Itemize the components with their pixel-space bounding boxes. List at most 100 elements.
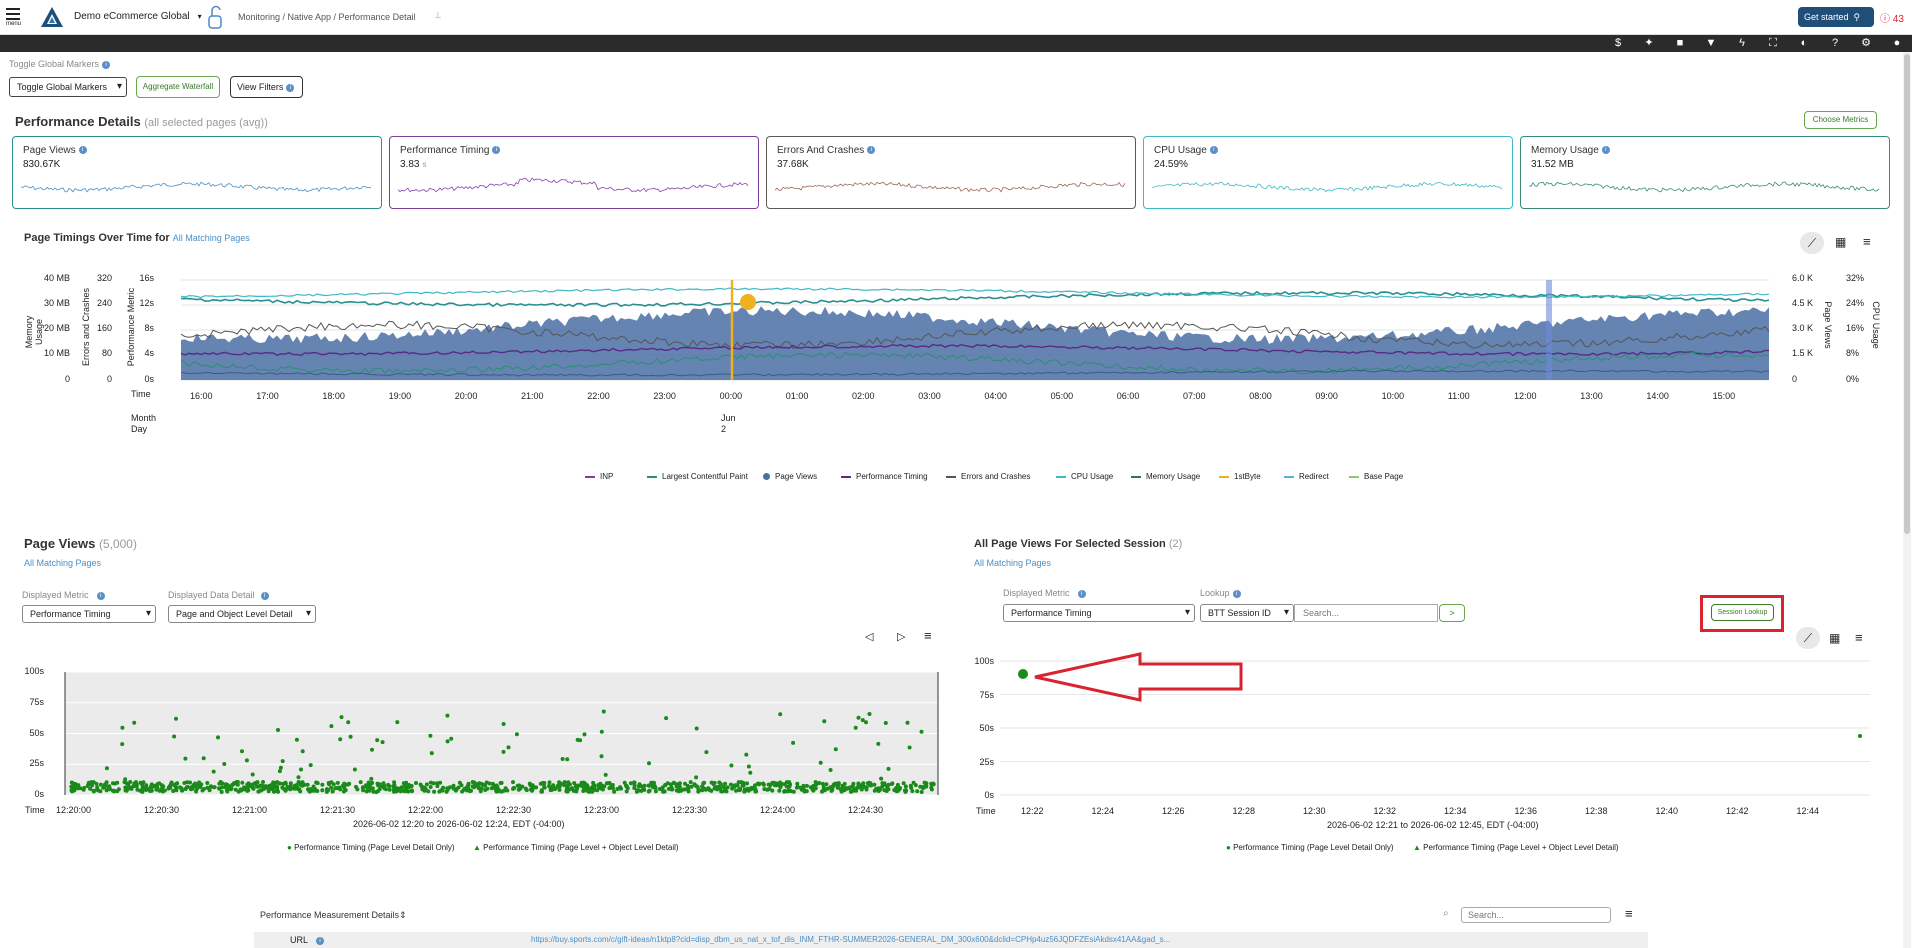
data-point[interactable] [445, 713, 450, 718]
data-point[interactable] [822, 719, 827, 724]
data-point[interactable] [824, 782, 829, 787]
data-point[interactable] [205, 781, 210, 785]
data-point[interactable] [879, 776, 884, 781]
gear-icon[interactable]: ⚙ [1858, 36, 1874, 51]
data-point[interactable] [845, 786, 849, 791]
data-point[interactable] [225, 788, 229, 793]
data-point[interactable] [828, 768, 833, 772]
data-point[interactable] [642, 787, 647, 792]
data-point[interactable] [205, 785, 210, 790]
data-point[interactable] [1858, 734, 1862, 738]
data-point[interactable] [929, 785, 934, 790]
data-point[interactable] [531, 784, 536, 789]
data-point[interactable] [278, 765, 283, 770]
data-point[interactable] [169, 780, 174, 785]
data-point[interactable] [120, 725, 125, 730]
data-point[interactable] [288, 781, 293, 786]
data-point[interactable] [565, 757, 570, 762]
data-point[interactable] [853, 725, 858, 730]
data-point[interactable] [222, 762, 227, 766]
data-point[interactable] [787, 780, 792, 785]
data-point[interactable] [172, 734, 177, 739]
data-point[interactable] [91, 789, 96, 794]
data-point[interactable] [123, 777, 128, 782]
pmd-search-input[interactable] [1461, 907, 1611, 923]
comment-icon[interactable]: ■ [1672, 36, 1688, 51]
data-point[interactable] [582, 732, 587, 737]
data-point[interactable] [395, 720, 400, 725]
data-point[interactable] [694, 775, 699, 780]
data-point[interactable] [358, 780, 363, 785]
data-point[interactable] [663, 783, 667, 788]
data-point[interactable] [902, 788, 907, 793]
data-point[interactable] [605, 781, 610, 786]
data-point[interactable] [649, 780, 654, 785]
data-point[interactable] [183, 756, 188, 761]
toggle-markers-select[interactable]: Toggle Global Markers [9, 77, 127, 97]
session-lookup-button[interactable]: Session Lookup [1711, 604, 1774, 621]
data-point[interactable] [755, 781, 760, 786]
data-point[interactable] [718, 786, 723, 791]
data-point[interactable] [381, 781, 386, 786]
data-point[interactable] [746, 764, 751, 769]
data-point[interactable] [409, 788, 414, 793]
data-point[interactable] [628, 781, 633, 786]
data-point[interactable] [369, 776, 374, 781]
dollar-icon[interactable]: $ [1610, 36, 1626, 51]
data-point[interactable] [669, 787, 674, 792]
data-point[interactable] [565, 789, 570, 794]
data-point[interactable] [246, 788, 251, 793]
data-point[interactable] [520, 784, 525, 789]
data-point[interactable] [542, 781, 547, 785]
data-point[interactable] [238, 787, 243, 792]
data-point[interactable] [578, 783, 583, 788]
data-point[interactable] [803, 789, 808, 794]
data-point[interactable] [276, 728, 280, 732]
data-point[interactable] [394, 789, 399, 794]
data-point[interactable] [487, 781, 492, 786]
data-point[interactable] [424, 782, 429, 787]
data-point[interactable] [307, 789, 312, 794]
data-point[interactable] [833, 781, 838, 786]
data-point[interactable] [761, 782, 766, 787]
data-point[interactable] [223, 782, 228, 787]
hamburger-menu-icon[interactable]: ≡ [1863, 234, 1871, 249]
data-point[interactable] [741, 780, 746, 785]
data-point[interactable] [428, 733, 433, 738]
data-point[interactable] [582, 781, 587, 785]
data-point[interactable] [529, 787, 533, 792]
data-point[interactable] [292, 786, 297, 791]
data-point[interactable] [330, 789, 335, 794]
data-point[interactable] [754, 789, 759, 794]
data-point[interactable] [72, 788, 77, 793]
data-point[interactable] [367, 788, 372, 793]
data-point[interactable] [1018, 669, 1028, 679]
data-point[interactable] [116, 787, 121, 792]
contrast-icon[interactable]: ◐ [1796, 36, 1812, 51]
bolt-icon[interactable]: ϟ [1734, 36, 1750, 51]
data-point[interactable] [216, 735, 220, 740]
data-point[interactable] [867, 712, 872, 716]
pv-legend-2[interactable]: ▲ Performance Timing (Page Level + Objec… [473, 843, 679, 852]
legend-item[interactable]: 1stByte [1219, 472, 1261, 481]
data-point[interactable] [126, 783, 131, 787]
data-point[interactable] [889, 782, 894, 786]
data-point[interactable] [791, 789, 796, 794]
data-point[interactable] [188, 780, 192, 785]
data-point[interactable] [555, 783, 560, 788]
data-point[interactable] [777, 788, 782, 793]
data-point[interactable] [403, 784, 407, 789]
data-point[interactable] [96, 788, 101, 793]
filter-icon[interactable]: ▼ [1703, 36, 1719, 51]
data-point[interactable] [134, 780, 138, 785]
data-point[interactable] [335, 780, 340, 785]
data-point[interactable] [876, 741, 881, 746]
legend-item[interactable]: Page Views [763, 472, 817, 481]
legend-item[interactable]: Largest Contentful Paint [647, 472, 748, 481]
get-started-button[interactable]: Get started ⚲ [1798, 7, 1874, 27]
data-point[interactable] [856, 715, 861, 720]
data-point[interactable] [157, 781, 162, 786]
metric-card[interactable]: Page Views i 830.67K [12, 136, 382, 209]
data-point[interactable] [603, 772, 608, 777]
data-point[interactable] [288, 787, 293, 792]
